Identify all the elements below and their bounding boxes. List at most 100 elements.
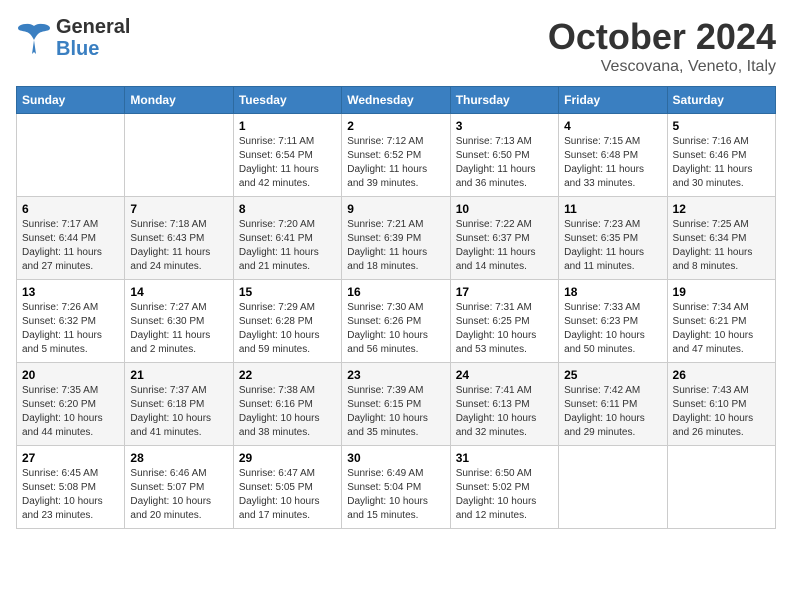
day-info: Sunrise: 7:17 AM Sunset: 6:44 PM Dayligh… [22,218,119,274]
day-number: 18 [564,285,661,299]
day-info: Sunrise: 7:43 AM Sunset: 6:10 PM Dayligh… [673,384,770,440]
day-info: Sunrise: 7:20 AM Sunset: 6:41 PM Dayligh… [239,218,336,274]
calendar-cell: 24Sunrise: 7:41 AM Sunset: 6:13 PM Dayli… [450,363,558,446]
day-number: 12 [673,202,770,216]
day-number: 10 [456,202,553,216]
calendar-cell: 1 Sunrise: 7:11 AM Sunset: 6:54 PM Daylig… [233,114,341,197]
calendar-cell: 26 Sunrise: 7:43 AM Sunset: 6:10 PM Dayli… [667,363,775,446]
calendar-header: SundayMondayTuesdayWednesdayThursdayFrid… [17,87,776,114]
day-info: Sunrise: 6:49 AM Sunset: 5:04 PM Dayligh… [347,467,444,523]
day-number: 29 [239,451,336,465]
calendar-cell: 19 Sunrise: 7:34 AM Sunset: 6:21 PM Dayli… [667,280,775,363]
day-number: 30 [347,451,444,465]
day-info: Sunrise: 7:41 AM Sunset: 6:13 PM Dayligh… [456,384,553,440]
calendar-cell: 31 Sunrise: 6:50 AM Sunset: 5:02 PM Dayli… [450,446,558,529]
weekday-header: Wednesday [342,87,450,114]
calendar-week-row: 27 Sunrise: 6:45 AM Sunset: 5:08 PM Dayli… [17,446,776,529]
day-info: Sunrise: 7:33 AM Sunset: 6:23 PM Dayligh… [564,301,661,357]
weekday-header: Saturday [667,87,775,114]
day-info: Sunrise: 7:39 AM Sunset: 6:15 PM Dayligh… [347,384,444,440]
day-number: 7 [130,202,227,216]
calendar-cell: 25 Sunrise: 7:42 AM Sunset: 6:11 PM Dayli… [559,363,667,446]
logo: General Blue [16,16,130,60]
calendar-cell: 13Sunrise: 7:26 AM Sunset: 6:32 PM Dayli… [17,280,125,363]
day-number: 16 [347,285,444,299]
day-info: Sunrise: 7:15 AM Sunset: 6:48 PM Dayligh… [564,135,661,191]
day-number: 17 [456,285,553,299]
day-info: Sunrise: 7:13 AM Sunset: 6:50 PM Dayligh… [456,135,553,191]
day-info: Sunrise: 7:38 AM Sunset: 6:16 PM Dayligh… [239,384,336,440]
day-info: Sunrise: 7:30 AM Sunset: 6:26 PM Dayligh… [347,301,444,357]
day-number: 20 [22,368,119,382]
day-info: Sunrise: 7:31 AM Sunset: 6:25 PM Dayligh… [456,301,553,357]
day-number: 14 [130,285,227,299]
calendar-cell: 11 Sunrise: 7:23 AM Sunset: 6:35 PM Dayli… [559,197,667,280]
logo-blue-text: Blue [56,38,130,60]
day-info: Sunrise: 7:18 AM Sunset: 6:43 PM Dayligh… [130,218,227,274]
calendar-cell: 5Sunrise: 7:16 AM Sunset: 6:46 PM Daylig… [667,114,775,197]
day-info: Sunrise: 7:23 AM Sunset: 6:35 PM Dayligh… [564,218,661,274]
day-info: Sunrise: 7:35 AM Sunset: 6:20 PM Dayligh… [22,384,119,440]
calendar-cell: 17 Sunrise: 7:31 AM Sunset: 6:25 PM Dayli… [450,280,558,363]
day-info: Sunrise: 6:50 AM Sunset: 5:02 PM Dayligh… [456,467,553,523]
calendar-cell: 15 Sunrise: 7:29 AM Sunset: 6:28 PM Dayli… [233,280,341,363]
calendar-cell: 23 Sunrise: 7:39 AM Sunset: 6:15 PM Dayli… [342,363,450,446]
day-info: Sunrise: 7:11 AM Sunset: 6:54 PM Dayligh… [239,135,336,191]
title-area: October 2024 Vescovana, Veneto, Italy [548,16,776,76]
weekday-row: SundayMondayTuesdayWednesdayThursdayFrid… [17,87,776,114]
calendar-cell: 7 Sunrise: 7:18 AM Sunset: 6:43 PM Daylig… [125,197,233,280]
calendar-cell: 20 Sunrise: 7:35 AM Sunset: 6:20 PM Dayli… [17,363,125,446]
day-number: 1 [239,119,336,133]
calendar-table: SundayMondayTuesdayWednesdayThursdayFrid… [16,86,776,529]
calendar-week-row: 13Sunrise: 7:26 AM Sunset: 6:32 PM Dayli… [17,280,776,363]
logo-icon [16,18,52,58]
day-number: 23 [347,368,444,382]
calendar-cell [125,114,233,197]
day-number: 25 [564,368,661,382]
day-info: Sunrise: 7:42 AM Sunset: 6:11 PM Dayligh… [564,384,661,440]
day-number: 19 [673,285,770,299]
day-number: 15 [239,285,336,299]
calendar-cell: 8Sunrise: 7:20 AM Sunset: 6:41 PM Daylig… [233,197,341,280]
day-number: 13 [22,285,119,299]
calendar-cell: 28Sunrise: 6:46 AM Sunset: 5:07 PM Dayli… [125,446,233,529]
location-title: Vescovana, Veneto, Italy [548,58,776,76]
day-number: 31 [456,451,553,465]
calendar-cell: 4 Sunrise: 7:15 AM Sunset: 6:48 PM Daylig… [559,114,667,197]
day-number: 27 [22,451,119,465]
day-info: Sunrise: 7:22 AM Sunset: 6:37 PM Dayligh… [456,218,553,274]
calendar-cell: 16 Sunrise: 7:30 AM Sunset: 6:26 PM Dayli… [342,280,450,363]
day-info: Sunrise: 7:29 AM Sunset: 6:28 PM Dayligh… [239,301,336,357]
calendar-cell: 2 Sunrise: 7:12 AM Sunset: 6:52 PM Daylig… [342,114,450,197]
calendar-cell [559,446,667,529]
day-info: Sunrise: 7:12 AM Sunset: 6:52 PM Dayligh… [347,135,444,191]
calendar-cell: 10 Sunrise: 7:22 AM Sunset: 6:37 PM Dayli… [450,197,558,280]
day-info: Sunrise: 6:45 AM Sunset: 5:08 PM Dayligh… [22,467,119,523]
calendar-week-row: 1 Sunrise: 7:11 AM Sunset: 6:54 PM Daylig… [17,114,776,197]
weekday-header: Thursday [450,87,558,114]
day-info: Sunrise: 7:27 AM Sunset: 6:30 PM Dayligh… [130,301,227,357]
header: General Blue October 2024 Vescovana, Ven… [16,16,776,76]
day-number: 11 [564,202,661,216]
logo-general-text: General [56,16,130,38]
weekday-header: Monday [125,87,233,114]
day-number: 3 [456,119,553,133]
day-number: 2 [347,119,444,133]
day-number: 21 [130,368,227,382]
calendar-cell: 22 Sunrise: 7:38 AM Sunset: 6:16 PM Dayli… [233,363,341,446]
day-number: 6 [22,202,119,216]
day-number: 26 [673,368,770,382]
day-number: 28 [130,451,227,465]
day-info: Sunrise: 7:34 AM Sunset: 6:21 PM Dayligh… [673,301,770,357]
day-info: Sunrise: 7:25 AM Sunset: 6:34 PM Dayligh… [673,218,770,274]
calendar-cell: 29Sunrise: 6:47 AM Sunset: 5:05 PM Dayli… [233,446,341,529]
calendar-cell: 18 Sunrise: 7:33 AM Sunset: 6:23 PM Dayli… [559,280,667,363]
calendar-cell: 27 Sunrise: 6:45 AM Sunset: 5:08 PM Dayli… [17,446,125,529]
day-number: 22 [239,368,336,382]
calendar-week-row: 6 Sunrise: 7:17 AM Sunset: 6:44 PM Daylig… [17,197,776,280]
calendar-cell: 6 Sunrise: 7:17 AM Sunset: 6:44 PM Daylig… [17,197,125,280]
day-info: Sunrise: 7:21 AM Sunset: 6:39 PM Dayligh… [347,218,444,274]
day-info: Sunrise: 7:16 AM Sunset: 6:46 PM Dayligh… [673,135,770,191]
day-number: 4 [564,119,661,133]
month-title: October 2024 [548,16,776,58]
